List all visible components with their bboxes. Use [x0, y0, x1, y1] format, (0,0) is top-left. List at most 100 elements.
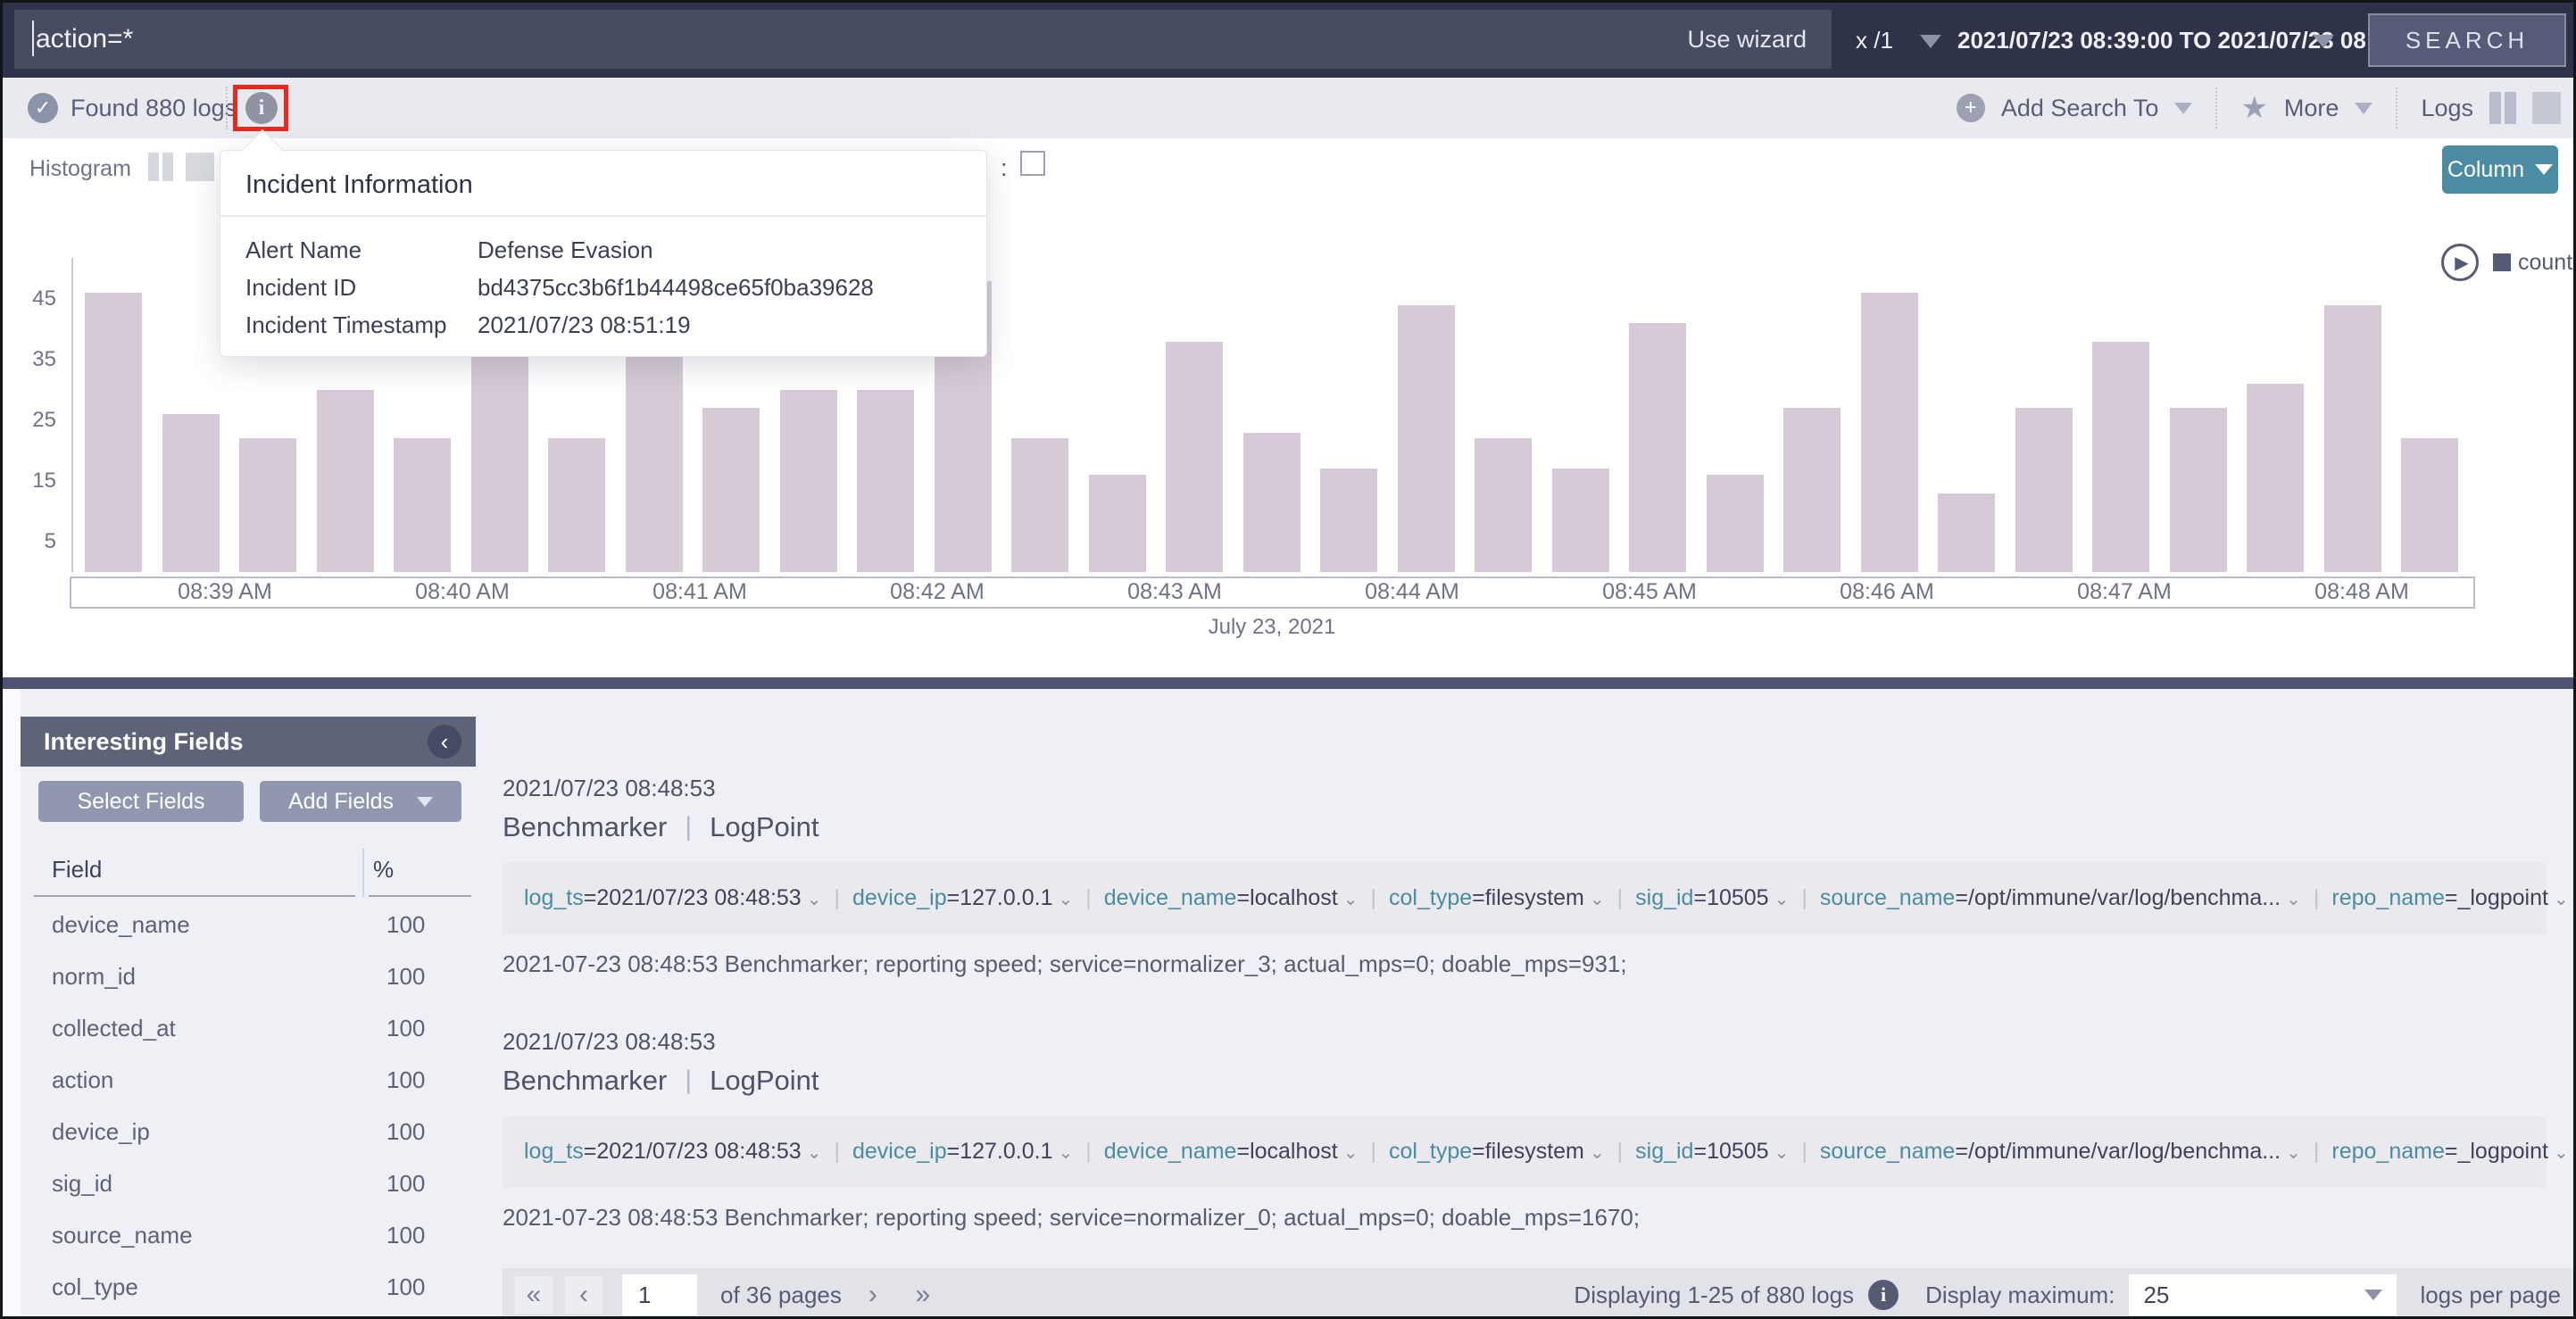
field-tag[interactable]: repo_name=_logpoint⌄	[2331, 1139, 2568, 1164]
displaying-info-icon[interactable]: i	[1868, 1280, 1899, 1310]
histogram-bar[interactable]	[317, 390, 374, 572]
field-name[interactable]: norm_id	[52, 963, 136, 991]
field-tag[interactable]: sig_id=10505⌄	[1635, 885, 1789, 910]
histogram-bar[interactable]	[1398, 305, 1455, 572]
log-norm-policy[interactable]: LogPoint	[710, 811, 819, 843]
tag-key[interactable]: sig_id	[1635, 1139, 1693, 1164]
tag-dropdown-icon[interactable]: ⌄	[2554, 890, 2569, 909]
search-query-text[interactable]: action=*	[32, 24, 133, 54]
histogram-bar[interactable]	[1629, 323, 1686, 572]
tag-key[interactable]: col_type	[1389, 885, 1472, 910]
collapse-panel-icon[interactable]: ‹	[428, 725, 461, 759]
add-search-plus-icon[interactable]: +	[1957, 94, 1985, 122]
tag-dropdown-icon[interactable]: ⌄	[2286, 890, 2301, 909]
tag-dropdown-icon[interactable]: ⌄	[1774, 1143, 1790, 1163]
histogram-bar[interactable]	[702, 408, 760, 572]
field-tag[interactable]: device_ip=127.0.0.1⌄	[852, 885, 1073, 910]
histogram-bar[interactable]	[1707, 475, 1764, 572]
histogram-bar[interactable]	[1938, 494, 1995, 572]
tag-dropdown-icon[interactable]: ⌄	[1058, 890, 1073, 909]
tag-dropdown-icon[interactable]: ⌄	[807, 890, 822, 909]
page-size-select[interactable]: 25	[2129, 1274, 2397, 1315]
field-tag[interactable]: device_ip=127.0.0.1⌄	[852, 1139, 1073, 1164]
log-raw-message[interactable]: 2021-07-23 08:48:53 Benchmarker; reporti…	[503, 950, 2576, 978]
tag-key[interactable]: device_name	[1104, 1139, 1237, 1164]
time-range-caret-icon[interactable]	[2313, 35, 2334, 48]
field-row[interactable]: source_name100	[21, 1209, 476, 1261]
tag-dropdown-icon[interactable]: ⌄	[1774, 890, 1790, 909]
histogram-bar[interactable]	[626, 353, 683, 572]
more-menu[interactable]: More	[2284, 95, 2339, 122]
chart-type-column-button[interactable]: Column	[2442, 145, 2558, 194]
histogram-bar[interactable]	[1552, 469, 1609, 572]
field-row[interactable]: sig_id100	[21, 1157, 476, 1209]
histogram-bar[interactable]	[2170, 408, 2227, 572]
incident-info-icon[interactable]: i	[245, 92, 278, 124]
histogram-bar[interactable]	[1089, 475, 1146, 572]
select-fields-button[interactable]: Select Fields	[38, 781, 244, 822]
tag-dropdown-icon[interactable]: ⌄	[1343, 890, 1359, 909]
histogram-bar[interactable]	[2015, 408, 2073, 572]
histogram-bar[interactable]	[1861, 293, 1918, 572]
use-wizard-link[interactable]: Use wizard	[1687, 26, 1807, 54]
tag-key[interactable]: repo_name	[2331, 885, 2444, 910]
tag-dropdown-icon[interactable]: ⌄	[807, 1143, 822, 1163]
search-query-input[interactable]: action=* Use wizard	[14, 10, 1832, 69]
tag-key[interactable]: source_name	[1820, 1139, 1955, 1164]
histogram-bar[interactable]	[85, 293, 142, 572]
field-tag[interactable]: col_type=filesystem⌄	[1389, 885, 1605, 910]
play-icon[interactable]: ▶	[2441, 244, 2479, 281]
field-name[interactable]: col_type	[52, 1273, 138, 1301]
field-row[interactable]: device_ip100	[21, 1106, 476, 1157]
histogram-bar[interactable]	[471, 353, 528, 572]
field-tag[interactable]: device_name=localhost⌄	[1104, 885, 1359, 910]
log-source[interactable]: Benchmarker	[503, 811, 667, 843]
field-row[interactable]: action100	[21, 1054, 476, 1106]
field-name[interactable]: device_name	[52, 911, 190, 939]
histogram-bar[interactable]	[2401, 438, 2458, 572]
repeat-multiplier[interactable]: x /1	[1856, 3, 1893, 78]
field-tag[interactable]: source_name=/opt/immune/var/log/benchma.…	[1820, 1139, 2301, 1164]
tag-dropdown-icon[interactable]: ⌄	[2286, 1143, 2301, 1163]
tag-dropdown-icon[interactable]: ⌄	[1343, 1143, 1359, 1163]
field-name[interactable]: sig_id	[52, 1170, 112, 1198]
field-name[interactable]: device_ip	[52, 1118, 150, 1146]
field-name[interactable]: source_name	[52, 1222, 193, 1249]
tag-dropdown-icon[interactable]: ⌄	[2554, 1143, 2569, 1163]
histogram-bar[interactable]	[857, 390, 914, 572]
histogram-bar[interactable]	[2247, 384, 2304, 572]
tag-key[interactable]: log_ts	[524, 1139, 584, 1164]
histogram-bar[interactable]	[1166, 342, 1223, 572]
histogram-bar[interactable]	[780, 390, 837, 572]
field-name[interactable]: action	[52, 1066, 113, 1094]
next-page-button[interactable]: ›	[854, 1276, 892, 1314]
histogram-bar[interactable]	[1011, 438, 1068, 572]
logarithmic-checkbox[interactable]	[1020, 151, 1045, 176]
field-row[interactable]: object100	[21, 1313, 476, 1319]
field-row[interactable]: device_name100	[21, 899, 476, 950]
field-row[interactable]: collected_at100	[21, 1002, 476, 1054]
tag-key[interactable]: source_name	[1820, 885, 1955, 910]
more-star-icon[interactable]: ★	[2240, 90, 2267, 126]
field-tag[interactable]: source_name=/opt/immune/var/log/benchma.…	[1820, 885, 2301, 910]
add-search-caret-icon[interactable]	[2174, 103, 2192, 114]
field-name[interactable]: collected_at	[52, 1015, 176, 1042]
histogram-bar[interactable]	[162, 414, 220, 572]
histogram-bar[interactable]	[548, 438, 605, 572]
field-tag[interactable]: repo_name=_logpoint⌄	[2331, 885, 2568, 910]
first-page-button[interactable]: «	[515, 1276, 553, 1314]
log-raw-message[interactable]: 2021-07-23 08:48:53 Benchmarker; reporti…	[503, 1204, 2576, 1232]
log-source[interactable]: Benchmarker	[503, 1065, 667, 1097]
field-tag[interactable]: log_ts=2021/07/23 08:48:53⌄	[524, 1139, 821, 1164]
multiplier-caret-icon[interactable]	[1920, 35, 1941, 48]
tag-key[interactable]: repo_name	[2331, 1139, 2444, 1164]
field-tag[interactable]: col_type=filesystem⌄	[1389, 1139, 1605, 1164]
histogram-bar[interactable]	[1475, 438, 1532, 572]
logs-table-view-icon[interactable]	[2532, 92, 2561, 124]
histogram-bars-view-icon[interactable]	[148, 153, 173, 181]
field-row[interactable]: norm_id100	[21, 950, 476, 1002]
histogram-bar[interactable]	[2324, 305, 2381, 572]
tag-key[interactable]: log_ts	[524, 885, 584, 910]
previous-page-button[interactable]: ‹	[565, 1276, 602, 1314]
histogram-bar[interactable]	[394, 438, 451, 572]
